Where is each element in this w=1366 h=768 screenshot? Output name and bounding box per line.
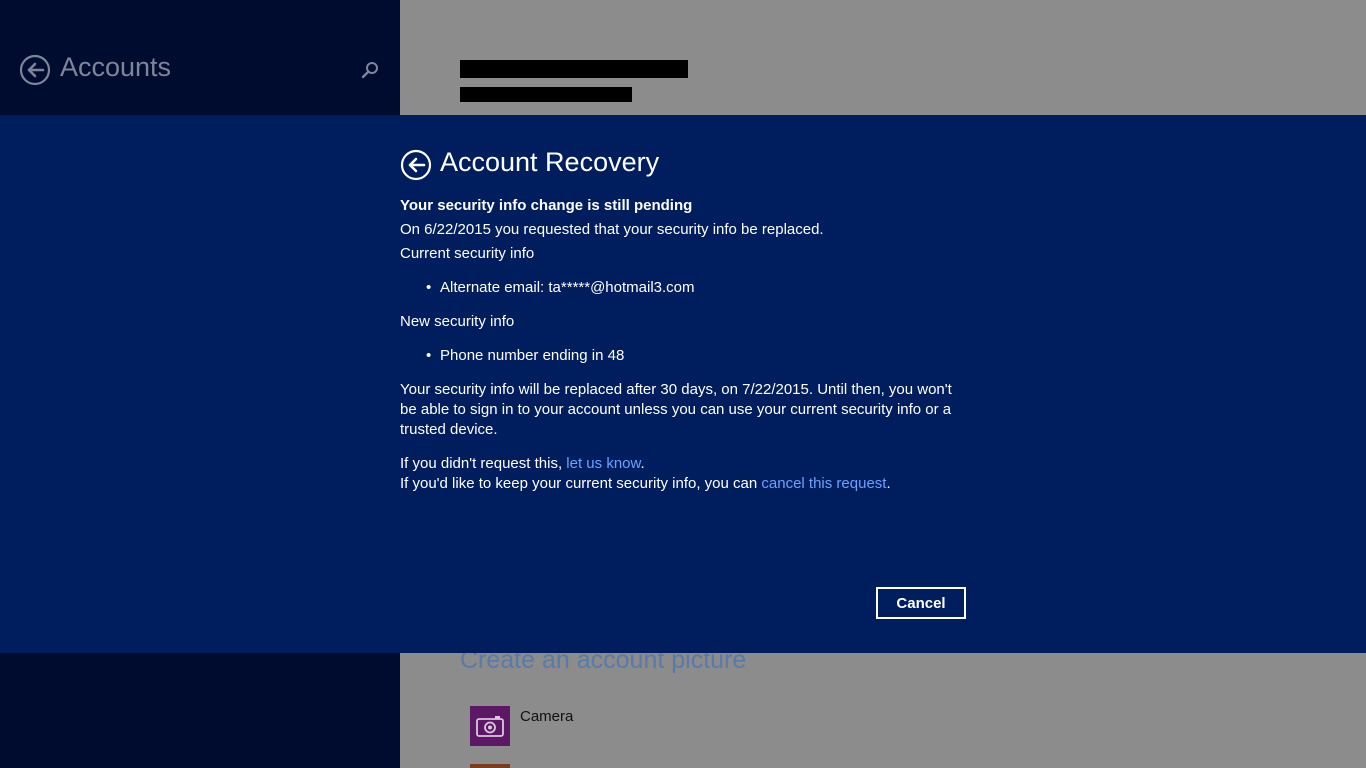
back-arrow-icon[interactable] xyxy=(400,149,432,181)
dialog-body: Your security info change is still pendi… xyxy=(400,196,960,494)
punctuation: . xyxy=(640,455,645,472)
punctuation: . xyxy=(886,475,891,492)
new-security-label: New security info xyxy=(400,313,515,330)
settings-screen: Accounts Create an account picture Camer… xyxy=(0,0,1366,768)
dialog-title: Account Recovery xyxy=(440,147,660,177)
didnt-request-text: If you didn't request this, xyxy=(400,455,567,472)
camera-item[interactable]: Camera xyxy=(470,706,573,746)
current-security-label: Current security info xyxy=(400,245,535,262)
cancel-request-link[interactable]: cancel this request xyxy=(761,475,886,492)
redaction-bar xyxy=(460,60,688,78)
didnt-request-line: If you didn't request this, let us know.… xyxy=(400,454,960,494)
camera-tile[interactable] xyxy=(470,706,510,746)
redaction-bar xyxy=(460,87,632,102)
replace-notice: Your security info will be replaced afte… xyxy=(400,381,952,438)
page-title: Accounts xyxy=(60,52,172,82)
search-icon[interactable] xyxy=(360,60,380,80)
camera-icon xyxy=(476,716,504,737)
current-security-list: Alternate email: ta*****@hotmail3.com xyxy=(400,278,960,298)
list-item: Phone number ending in 48 xyxy=(400,346,960,366)
pending-heading: Your security info change is still pendi… xyxy=(400,197,693,214)
account-recovery-dialog: Account Recovery Your security info chan… xyxy=(0,115,1366,653)
app-tile[interactable] xyxy=(470,764,510,768)
camera-label: Camera xyxy=(520,708,574,725)
request-line: On 6/22/2015 you requested that your sec… xyxy=(400,221,824,238)
cancel-button[interactable]: Cancel xyxy=(876,587,966,619)
back-arrow-icon[interactable] xyxy=(19,54,51,86)
keep-info-text: If you'd like to keep your current secur… xyxy=(400,475,762,492)
let-us-know-link[interactable]: let us know xyxy=(566,455,640,472)
new-security-list: Phone number ending in 48 xyxy=(400,346,960,366)
list-item: Alternate email: ta*****@hotmail3.com xyxy=(400,278,960,298)
